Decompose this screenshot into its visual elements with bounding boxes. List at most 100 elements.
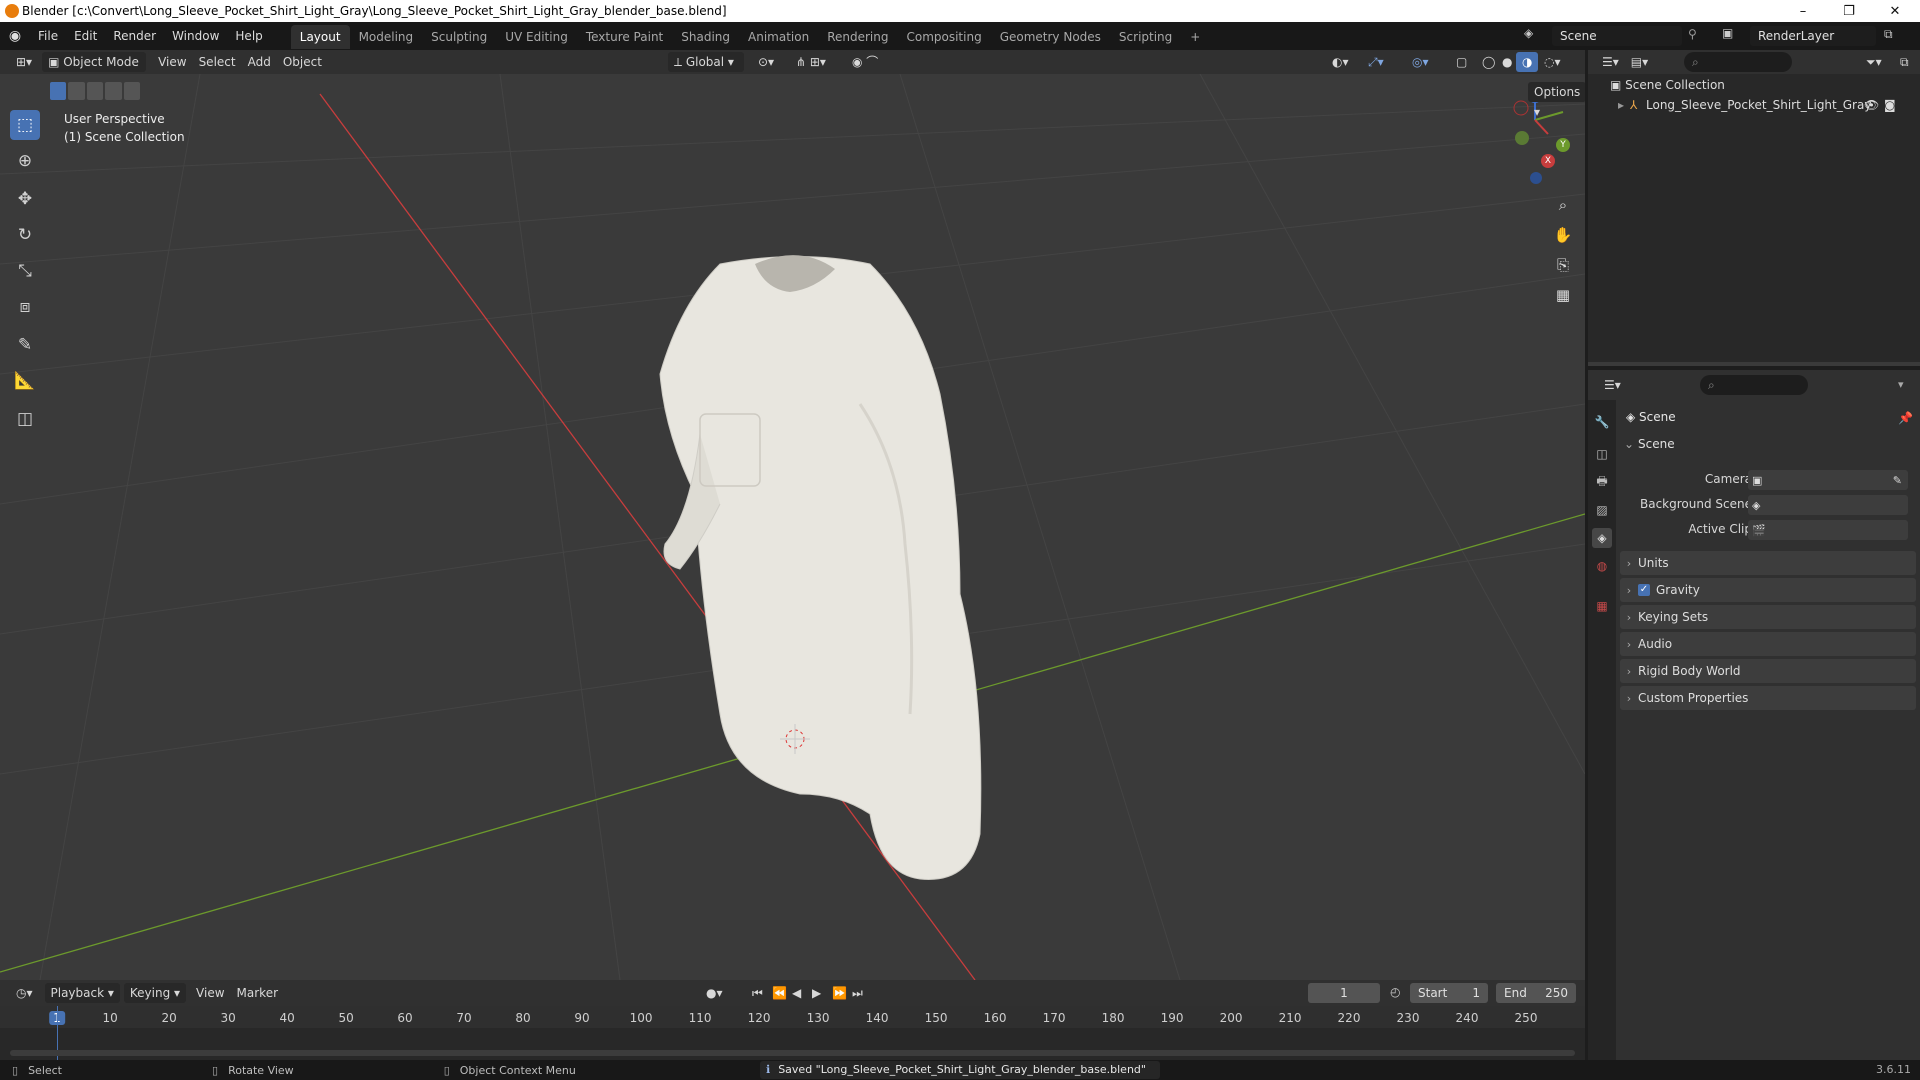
marker-menu[interactable]: Marker xyxy=(231,983,284,1003)
background-scene-field[interactable]: ◈ xyxy=(1748,495,1908,515)
preview-range-icon[interactable]: ◴ xyxy=(1390,985,1400,999)
scale-tool-icon[interactable]: ⤡ xyxy=(10,256,40,286)
outliner-editor-type-icon[interactable]: ☰▾ xyxy=(1596,52,1625,72)
object-menu[interactable]: Object xyxy=(277,52,328,72)
visibility-eye-icon[interactable]: 👁 xyxy=(1864,98,1879,112)
select-menu[interactable]: Select xyxy=(193,52,242,72)
properties-search-input[interactable]: ⌕ xyxy=(1700,375,1808,395)
outliner-search-input[interactable]: ⌕ xyxy=(1684,52,1792,72)
outliner-display-mode-icon[interactable]: ▤▾ xyxy=(1625,52,1654,72)
keying-menu[interactable]: Keying ▾ xyxy=(123,983,187,1003)
outliner-filter-icon[interactable]: ⏷▾ xyxy=(1860,52,1888,72)
rotate-tool-icon[interactable]: ↻ xyxy=(10,220,40,250)
menu-help[interactable]: Help xyxy=(227,22,270,50)
playback-menu[interactable]: Playback ▾ xyxy=(44,983,120,1003)
render-layer-field[interactable]: RenderLayer xyxy=(1750,26,1876,46)
output-tab-icon[interactable]: 🖶 xyxy=(1592,472,1612,492)
tab-modeling[interactable]: Modeling xyxy=(350,25,423,49)
transform-tool-icon[interactable]: ⧈ xyxy=(10,292,40,322)
camera-field[interactable]: ▣ ✎ xyxy=(1748,470,1908,490)
start-frame-field[interactable]: Start 1 xyxy=(1410,983,1488,1003)
scene-name-field[interactable]: Scene xyxy=(1552,26,1682,46)
panel-rigid-body-world[interactable]: › Rigid Body World xyxy=(1620,659,1916,683)
current-frame-field[interactable]: 1 xyxy=(1308,983,1380,1003)
measure-tool-icon[interactable]: 📐 xyxy=(10,366,40,396)
texture-tab-icon[interactable]: ▦ xyxy=(1592,596,1612,616)
gizmo-x-handle[interactable]: X xyxy=(1541,154,1555,168)
material-preview-icon[interactable]: ◑ xyxy=(1516,52,1539,72)
active-clip-field[interactable]: 🎬 xyxy=(1748,520,1908,540)
tab-compositing[interactable]: Compositing xyxy=(897,25,990,49)
camera-view-icon[interactable]: ⎘ xyxy=(1550,252,1576,278)
editor-type-icon[interactable]: ⊞▾ xyxy=(10,52,38,72)
menu-file[interactable]: File xyxy=(30,22,66,50)
panel-gravity[interactable]: › ✓ Gravity xyxy=(1620,578,1916,602)
outliner-scrollbar[interactable] xyxy=(1588,362,1920,366)
pan-hand-icon[interactable]: ✋ xyxy=(1550,222,1576,248)
scene-tab-icon[interactable]: ◈ xyxy=(1592,528,1612,548)
timeline-scrollbar[interactable] xyxy=(10,1050,1575,1056)
add-workspace-button[interactable]: + xyxy=(1181,25,1209,49)
view-menu[interactable]: View xyxy=(152,52,192,72)
tool-tab-icon[interactable]: 🔧 xyxy=(1592,412,1612,432)
tab-uv-editing[interactable]: UV Editing xyxy=(496,25,577,49)
3d-viewport[interactable]: Z Y X Options ▾ User Perspective (1) Sce… xyxy=(0,74,1585,980)
transform-orientation-dropdown[interactable]: ⟂ Global ▾ xyxy=(668,52,744,72)
gravity-checkbox[interactable]: ✓ xyxy=(1638,584,1650,596)
tab-shading[interactable]: Shading xyxy=(672,25,739,49)
eyedropper-icon[interactable]: ✎ xyxy=(1893,474,1902,487)
move-tool-icon[interactable]: ✥ xyxy=(10,184,40,214)
select-extend-icon[interactable] xyxy=(68,82,85,100)
tab-rendering[interactable]: Rendering xyxy=(818,25,897,49)
play-reverse-icon[interactable]: ◀ xyxy=(786,983,807,1003)
visibility-icon[interactable]: ◐▾ xyxy=(1326,52,1355,72)
scene-panel-header[interactable]: ⌄ Scene xyxy=(1620,432,1916,456)
tab-animation[interactable]: Animation xyxy=(739,25,818,49)
outliner-item[interactable]: ▸ ⅄ Long_Sleeve_Pocket_Shirt_Light_Gray … xyxy=(1618,98,1918,112)
pivot-point-icon[interactable]: ⊙▾ xyxy=(752,52,780,72)
object-mode-dropdown[interactable]: ▣ Object Mode ▾ xyxy=(42,52,147,89)
menu-edit[interactable]: Edit xyxy=(66,22,105,50)
tab-layout[interactable]: Layout xyxy=(290,25,350,49)
select-subtract-icon[interactable] xyxy=(86,82,104,100)
panel-audio[interactable]: › Audio xyxy=(1620,632,1916,656)
properties-options-icon[interactable]: ▾ xyxy=(1898,378,1904,391)
options-dropdown[interactable]: Options ▾ xyxy=(1528,82,1585,119)
render-camera-icon[interactable]: ◙ xyxy=(1884,98,1896,112)
add-menu[interactable]: Add xyxy=(242,52,277,72)
panel-keying-sets[interactable]: › Keying Sets xyxy=(1620,605,1916,629)
rendered-shading-icon[interactable]: ◌▾ xyxy=(1538,52,1567,72)
gizmo-toggle-icon[interactable]: ⤢▾ xyxy=(1362,52,1390,72)
select-intersect-icon[interactable] xyxy=(123,82,141,100)
properties-pin-icon[interactable]: 📌 xyxy=(1898,411,1913,425)
auto-keying-icon[interactable]: ●▾ xyxy=(700,983,729,1003)
overlay-toggle-icon[interactable]: ◎▾ xyxy=(1406,52,1435,72)
minimize-button[interactable]: – xyxy=(1780,0,1826,22)
new-collection-icon[interactable]: ⧉ xyxy=(1894,52,1915,72)
panel-units[interactable]: › Units xyxy=(1620,551,1916,575)
tab-sculpting[interactable]: Sculpting xyxy=(422,25,496,49)
view-layer-tab-icon[interactable]: ▨ xyxy=(1592,500,1612,520)
blender-menu-icon[interactable]: ◉ xyxy=(0,28,30,44)
select-new-icon[interactable] xyxy=(50,82,67,100)
menu-window[interactable]: Window xyxy=(164,22,227,50)
tab-scripting[interactable]: Scripting xyxy=(1110,25,1181,49)
xray-toggle-icon[interactable]: ▢ xyxy=(1450,52,1473,72)
add-cube-tool-icon[interactable]: ◫ xyxy=(10,404,40,434)
menu-render[interactable]: Render xyxy=(105,22,164,50)
zoom-icon[interactable]: ⌕ xyxy=(1550,192,1576,218)
timeline-editor-type-icon[interactable]: ◷▾ xyxy=(10,983,39,1003)
timeline-view-menu[interactable]: View xyxy=(190,983,230,1003)
properties-editor-type-icon[interactable]: ☰▾ xyxy=(1598,375,1627,395)
perspective-toggle-icon[interactable]: ▦ xyxy=(1550,282,1576,308)
view-layer-browse-icon[interactable]: ▣ xyxy=(1722,26,1733,40)
close-button[interactable]: ✕ xyxy=(1872,0,1918,22)
end-frame-field[interactable]: End 250 xyxy=(1496,983,1576,1003)
snap-icon[interactable]: ⋔ ⊞▾ xyxy=(790,52,832,72)
play-icon[interactable]: ▶ xyxy=(806,983,827,1003)
timeline-area[interactable]: 1102030405060708090100110120130140150160… xyxy=(0,1006,1585,1060)
maximize-button[interactable]: ❐ xyxy=(1826,0,1872,22)
panel-custom-properties[interactable]: › Custom Properties xyxy=(1620,686,1916,710)
gizmo-y-handle[interactable]: Y xyxy=(1556,138,1570,152)
annotate-tool-icon[interactable]: ✎ xyxy=(10,330,40,360)
